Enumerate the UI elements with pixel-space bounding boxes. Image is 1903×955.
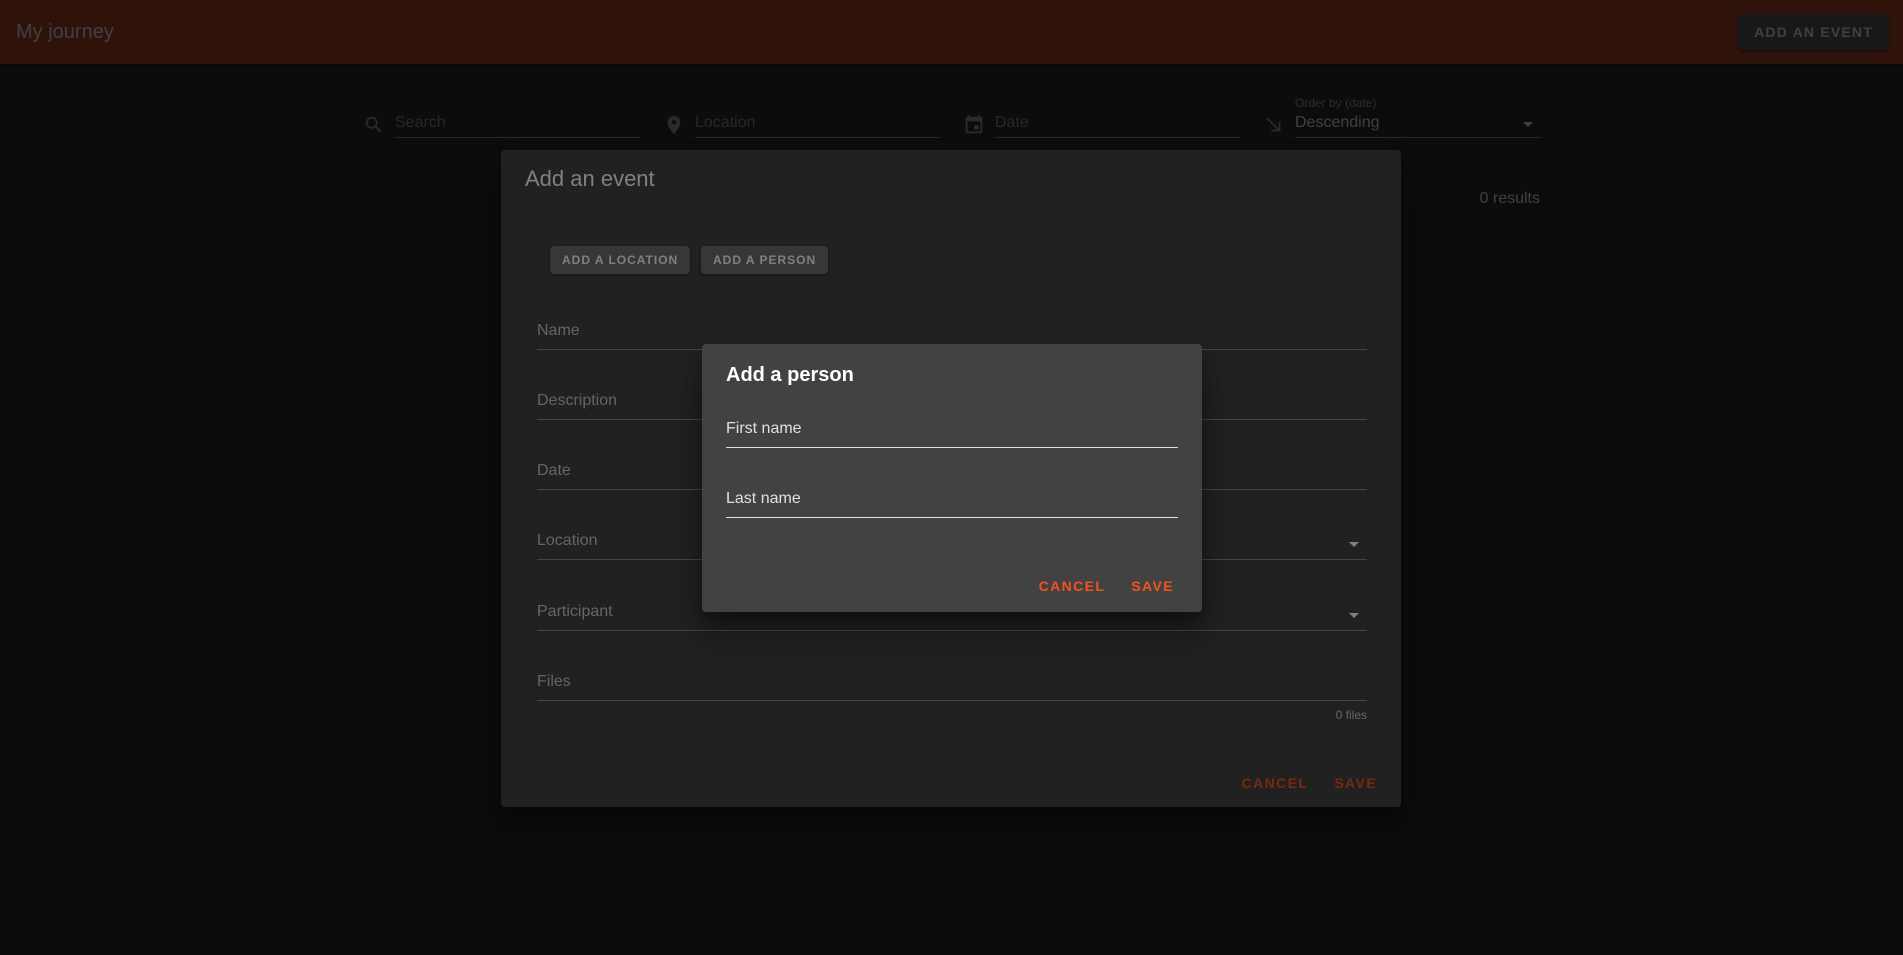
cancel-button[interactable]: CANCEL bbox=[1039, 578, 1106, 594]
first-name-field[interactable]: First name bbox=[726, 420, 1178, 448]
add-person-dialog: Add a person First name Last name CANCEL… bbox=[702, 344, 1202, 612]
dialog-actions: CANCEL SAVE bbox=[1039, 578, 1174, 594]
dialog-title: Add a person bbox=[726, 364, 854, 386]
last-name-field[interactable]: Last name bbox=[726, 490, 1178, 518]
save-button[interactable]: SAVE bbox=[1131, 578, 1174, 594]
